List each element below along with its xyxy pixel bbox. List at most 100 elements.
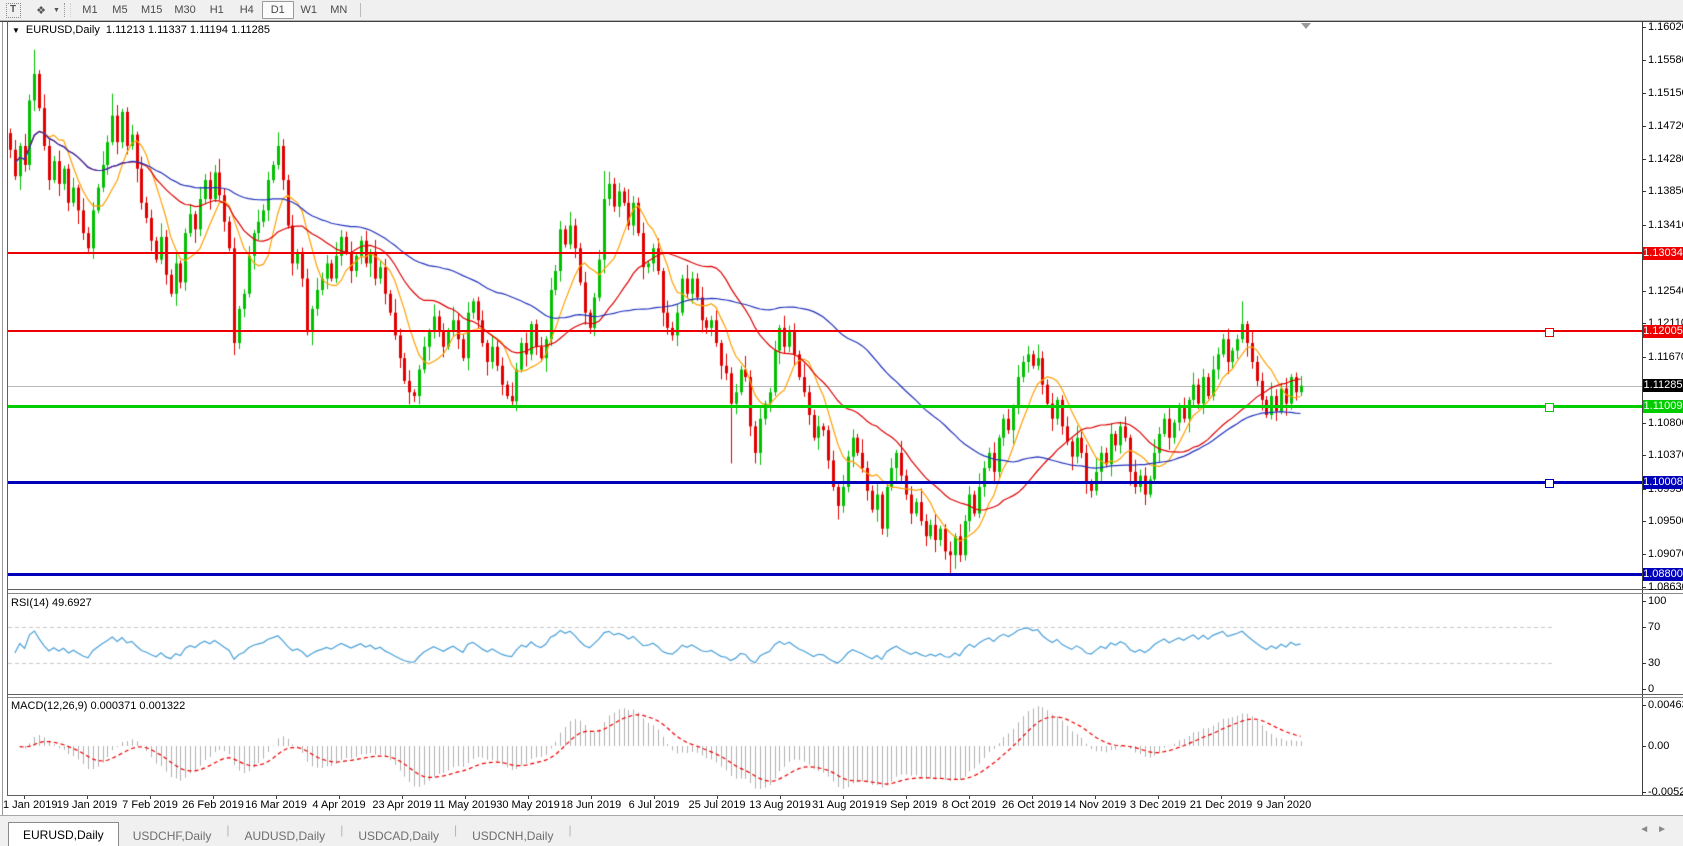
toolbar-separator bbox=[360, 3, 361, 17]
price-tick-label: 1.13410 bbox=[1648, 219, 1683, 231]
timeframe-d1-button[interactable]: D1 bbox=[262, 1, 294, 19]
timeframe-m1-button[interactable]: M1 bbox=[75, 2, 105, 18]
date-tick bbox=[591, 796, 592, 799]
date-label: 16 Mar 2019 bbox=[245, 799, 307, 811]
tab-scroll-right-icon[interactable]: ► bbox=[1657, 824, 1675, 835]
date-tick bbox=[528, 796, 529, 799]
date-label: 19 Sep 2019 bbox=[875, 799, 937, 811]
macd-tick-dash bbox=[1642, 792, 1646, 793]
price-tick-dash bbox=[1642, 225, 1646, 226]
price-tick-dash bbox=[1642, 554, 1646, 555]
date-label: 7 Feb 2019 bbox=[122, 799, 178, 811]
date-tick bbox=[654, 796, 655, 799]
chart-dropdown-icon[interactable]: ▼ bbox=[12, 26, 20, 35]
line-handle[interactable] bbox=[1545, 403, 1554, 412]
date-tick bbox=[339, 796, 340, 799]
arrows-dropdown-caret-icon[interactable]: ▼ bbox=[53, 7, 60, 14]
symbol-tab-bar: EURUSD,Daily USDCHF,Daily| AUDUSD,Daily|… bbox=[0, 815, 1683, 846]
price-tick-label: 1.15150 bbox=[1648, 87, 1683, 99]
price-tick-label: 1.11670 bbox=[1648, 351, 1683, 363]
price-tick-dash bbox=[1642, 587, 1646, 588]
price-badge: 1.10008 bbox=[1643, 476, 1683, 489]
date-tick bbox=[402, 796, 403, 799]
timeframe-mn-button[interactable]: MN bbox=[324, 2, 354, 18]
timeframe-h4-button[interactable]: H4 bbox=[232, 2, 262, 18]
main-chart-canvas[interactable] bbox=[8, 22, 1642, 589]
price-tick-dash bbox=[1642, 191, 1646, 192]
text-tool-button[interactable]: T bbox=[4, 2, 22, 18]
chart-title[interactable]: ▼ EURUSD,Daily 1.11213 1.11337 1.11194 1… bbox=[12, 24, 270, 36]
date-label: 23 Apr 2019 bbox=[372, 799, 431, 811]
timeframe-w1-button[interactable]: W1 bbox=[294, 2, 324, 18]
tab-usdcnh-daily[interactable]: USDCNH,Daily bbox=[458, 825, 567, 846]
horizontal-line[interactable] bbox=[8, 573, 1642, 576]
horizontal-line[interactable] bbox=[8, 405, 1642, 408]
date-label: 8 Oct 2019 bbox=[942, 799, 996, 811]
price-tick-label: 1.08630 bbox=[1648, 581, 1683, 593]
horizontal-line[interactable] bbox=[8, 252, 1642, 254]
chart-shift-marker-icon[interactable] bbox=[1301, 23, 1311, 29]
tab-divider: | bbox=[567, 823, 572, 837]
rsi-axis-label: 70 bbox=[1648, 621, 1660, 633]
price-tick-label: 1.15580 bbox=[1648, 54, 1683, 66]
tab-scroll-arrows: ◄► bbox=[1639, 824, 1675, 835]
arrows-tool-button[interactable]: ❖ bbox=[32, 2, 50, 18]
macd-separator-top[interactable] bbox=[8, 694, 1683, 695]
date-tick bbox=[969, 796, 970, 799]
tab-audusd-daily[interactable]: AUDUSD,Daily bbox=[231, 825, 340, 846]
macd-axis-label: 0.00 bbox=[1648, 740, 1669, 752]
date-label: 25 Jul 2019 bbox=[689, 799, 746, 811]
tab-usdchf-daily[interactable]: USDCHF,Daily bbox=[119, 825, 226, 846]
rsi-axis-label: 0 bbox=[1648, 683, 1654, 695]
date-label: 19 Jan 2019 bbox=[57, 799, 118, 811]
date-label: 26 Feb 2019 bbox=[182, 799, 244, 811]
date-tick bbox=[1284, 796, 1285, 799]
price-tick-label: 1.10370 bbox=[1648, 449, 1683, 461]
price-badge: 1.11009 bbox=[1643, 400, 1683, 413]
rsi-separator-top[interactable] bbox=[8, 589, 1683, 590]
date-tick bbox=[1095, 796, 1096, 799]
timeframe-m5-button[interactable]: M5 bbox=[105, 2, 135, 18]
rsi-tick-dash bbox=[1642, 689, 1646, 690]
rsi-panel-canvas[interactable] bbox=[8, 594, 1642, 694]
horizontal-line[interactable] bbox=[8, 481, 1642, 484]
tab-usdcad-daily[interactable]: USDCAD,Daily bbox=[344, 825, 453, 846]
tab-scroll-left-icon[interactable]: ◄ bbox=[1639, 824, 1657, 835]
macd-panel-canvas[interactable] bbox=[8, 698, 1642, 795]
date-label: 21 Dec 2019 bbox=[1190, 799, 1252, 811]
price-tick-dash bbox=[1642, 423, 1646, 424]
date-tick bbox=[87, 796, 88, 799]
toolbar-grip bbox=[64, 3, 71, 17]
date-label: 9 Jan 2020 bbox=[1257, 799, 1311, 811]
price-tick-dash bbox=[1642, 291, 1646, 292]
price-tick-label: 1.12540 bbox=[1648, 285, 1683, 297]
date-label: 4 Apr 2019 bbox=[312, 799, 365, 811]
price-tick-dash bbox=[1642, 489, 1646, 490]
price-tick-dash bbox=[1642, 323, 1646, 324]
date-label: 18 Jun 2019 bbox=[561, 799, 622, 811]
ohlc-values: 1.11213 1.11337 1.11194 1.11285 bbox=[106, 24, 270, 36]
timeframe-h1-button[interactable]: H1 bbox=[202, 2, 232, 18]
price-tick-label: 1.09500 bbox=[1648, 515, 1683, 527]
rsi-axis-label: 30 bbox=[1648, 657, 1660, 669]
rsi-axis-label: 100 bbox=[1648, 595, 1666, 607]
price-tick-dash bbox=[1642, 60, 1646, 61]
price-tick-dash bbox=[1642, 357, 1646, 358]
price-tick-label: 1.10800 bbox=[1648, 417, 1683, 429]
line-handle[interactable] bbox=[1545, 328, 1554, 337]
tab-eurusd-daily[interactable]: EURUSD,Daily bbox=[8, 822, 119, 846]
chart-frame-bottom bbox=[8, 795, 1683, 796]
timeframe-m15-button[interactable]: M15 bbox=[135, 2, 168, 18]
horizontal-line[interactable] bbox=[8, 330, 1642, 332]
price-tick-label: 1.16020 bbox=[1648, 21, 1683, 33]
timeframe-m30-button[interactable]: M30 bbox=[168, 2, 201, 18]
line-handle[interactable] bbox=[1545, 479, 1554, 488]
price-tick-label: 1.14720 bbox=[1648, 120, 1683, 132]
price-tick-label: 1.14280 bbox=[1648, 153, 1683, 165]
price-tick-dash bbox=[1642, 159, 1646, 160]
price-tick-label: 1.13850 bbox=[1648, 185, 1683, 197]
date-tick bbox=[906, 796, 907, 799]
text-tool-icon: T bbox=[6, 3, 21, 18]
date-label: 1 Jan 2019 bbox=[3, 799, 57, 811]
date-tick bbox=[780, 796, 781, 799]
